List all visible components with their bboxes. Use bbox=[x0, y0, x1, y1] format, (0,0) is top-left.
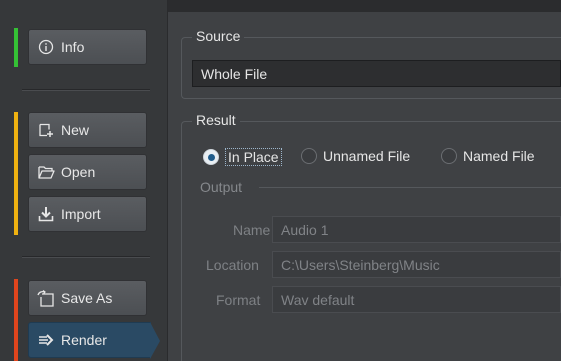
render-active-pointer bbox=[150, 322, 160, 359]
open-button[interactable]: Open bbox=[28, 154, 147, 190]
render-button[interactable]: Render bbox=[28, 322, 151, 358]
output-group-stripe bbox=[14, 279, 18, 361]
save-as-button-label: Save As bbox=[61, 290, 113, 306]
sidebar-divider-highlight bbox=[22, 257, 150, 258]
open-button-label: Open bbox=[61, 164, 96, 180]
source-select-value: Whole File bbox=[201, 65, 268, 82]
radio-unnamed-file[interactable]: Unnamed File bbox=[301, 148, 410, 164]
save-as-button[interactable]: Save As bbox=[28, 280, 147, 316]
radio-indicator bbox=[441, 148, 457, 164]
new-button[interactable]: New bbox=[28, 112, 147, 148]
format-field[interactable]: Wav default bbox=[272, 286, 561, 313]
name-label: Name bbox=[233, 222, 271, 238]
sidebar-divider-highlight bbox=[22, 90, 150, 91]
name-field[interactable]: Audio 1 bbox=[272, 216, 561, 243]
radio-named-file[interactable]: Named File bbox=[441, 148, 535, 164]
save-as-icon bbox=[37, 289, 55, 307]
radio-indicator bbox=[301, 148, 317, 164]
render-button-label: Render bbox=[61, 332, 107, 348]
import-button[interactable]: Import bbox=[28, 196, 147, 232]
file-group-stripe bbox=[14, 112, 18, 235]
import-icon bbox=[37, 205, 55, 223]
radio-in-place-label: In Place bbox=[225, 148, 282, 166]
new-button-label: New bbox=[61, 122, 90, 138]
folder-open-icon bbox=[37, 163, 55, 181]
render-arrow-icon bbox=[37, 331, 55, 349]
radio-named-file-label: Named File bbox=[463, 148, 535, 164]
location-field[interactable]: C:\Users\Steinberg\Music bbox=[272, 251, 561, 278]
info-icon bbox=[37, 38, 55, 56]
info-button-label: Info bbox=[61, 39, 85, 55]
radio-in-place[interactable]: In Place bbox=[203, 148, 282, 166]
source-legend: Source bbox=[192, 28, 245, 44]
new-file-icon bbox=[37, 121, 55, 139]
name-field-value: Audio 1 bbox=[281, 221, 329, 238]
info-button[interactable]: Info bbox=[28, 29, 147, 65]
radio-unnamed-file-label: Unnamed File bbox=[323, 148, 411, 164]
format-field-value: Wav default bbox=[281, 291, 355, 308]
import-button-label: Import bbox=[61, 206, 101, 222]
info-group-stripe bbox=[14, 28, 18, 67]
radio-indicator-selected bbox=[203, 149, 219, 165]
source-select[interactable]: Whole File bbox=[192, 60, 561, 87]
render-panel: Source Whole File Result In Place Unname… bbox=[169, 12, 561, 361]
sidebar: Info New Open Import Save As Render bbox=[0, 0, 168, 361]
output-legend-line bbox=[259, 187, 561, 188]
location-label: Location bbox=[206, 257, 259, 273]
result-legend: Result bbox=[192, 112, 240, 128]
output-legend: Output bbox=[200, 179, 243, 195]
location-field-value: C:\Users\Steinberg\Music bbox=[281, 256, 440, 273]
format-label: Format bbox=[216, 292, 261, 308]
